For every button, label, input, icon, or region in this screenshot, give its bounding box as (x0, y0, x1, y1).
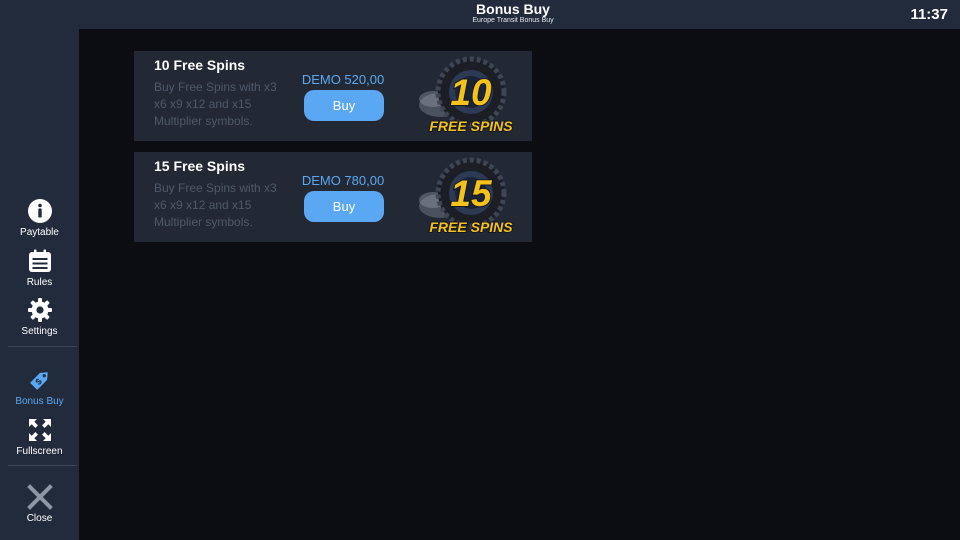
info-icon (27, 199, 52, 223)
sidebar-item-close[interactable]: Close (0, 484, 79, 524)
buy-button[interactable]: Buy (304, 90, 384, 121)
free-spins-badge-icon: 10 FREE SPINS (419, 56, 514, 135)
badge-text: FREE SPINS (429, 118, 513, 134)
calendar-icon (28, 249, 51, 272)
offer-price: DEMO 780,00 (301, 173, 385, 188)
sidebar-item-label: Paytable (20, 227, 59, 238)
fullscreen-icon (28, 419, 51, 441)
bonus-offer-card: 10 Free Spins Buy Free Spins with x3 x6 … (134, 51, 532, 141)
top-bar: Bonus Buy Europe Transit Bonus Buy 11:37 (79, 0, 960, 29)
free-spins-badge-icon: 15 FREE SPINS (419, 157, 514, 236)
buy-button[interactable]: Buy (304, 191, 384, 222)
sidebar-divider (8, 465, 77, 466)
sidebar-item-label: Fullscreen (16, 446, 63, 457)
gear-icon (27, 298, 52, 322)
sidebar-item-rules[interactable]: Rules (0, 248, 79, 288)
sidebar-item-label: Settings (21, 326, 58, 337)
badge-number: 15 (450, 173, 493, 214)
offer-price: DEMO 520,00 (301, 72, 385, 87)
offer-description: Buy Free Spins with x3 x6 x9 x12 and x15… (154, 181, 277, 229)
clock: 11:37 (910, 6, 948, 23)
offer-title: 10 Free Spins (154, 57, 246, 73)
bonus-buy-screen: Bonus Buy Europe Transit Bonus Buy 11:37… (0, 0, 960, 540)
price-tag-icon: $ (29, 372, 48, 390)
page-title: Bonus Buy (476, 1, 550, 17)
close-icon (26, 484, 53, 510)
badge-number: 10 (450, 72, 492, 113)
sidebar-item-label: Bonus Buy (15, 396, 64, 407)
sidebar: Paytable Rules Settings $ Bonus Buy Full… (0, 0, 79, 540)
offer-title: 15 Free Spins (154, 158, 246, 174)
page-subtitle: Europe Transit Bonus Buy (472, 17, 554, 24)
sidebar-item-bonus-buy[interactable]: $ Bonus Buy (0, 367, 79, 407)
sidebar-item-paytable[interactable]: Paytable (0, 198, 79, 238)
sidebar-divider (8, 346, 77, 347)
badge-text: FREE SPINS (429, 219, 513, 235)
sidebar-item-fullscreen[interactable]: Fullscreen (0, 417, 79, 457)
sidebar-item-label: Close (26, 513, 53, 524)
sidebar-item-settings[interactable]: Settings (0, 297, 79, 337)
bonus-offer-card: 15 Free Spins Buy Free Spins with x3 x6 … (134, 152, 532, 242)
offer-description: Buy Free Spins with x3 x6 x9 x12 and x15… (154, 80, 277, 128)
sidebar-item-label: Rules (26, 277, 53, 288)
